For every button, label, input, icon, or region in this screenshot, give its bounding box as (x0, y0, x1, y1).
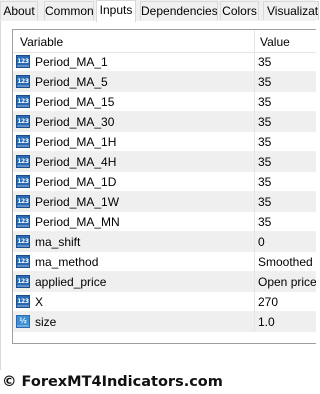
watermark: © ForexMT4Indicators.com (2, 374, 223, 390)
integer-icon: 123 (16, 275, 30, 288)
table-row[interactable]: 123 Period_MA_MN 35 (13, 212, 316, 232)
integer-icon: 123 (16, 255, 30, 268)
indicator-properties-window: About Common Inputs Dependencies Colors … (0, 0, 319, 394)
header-divider[interactable] (254, 30, 255, 52)
integer-icon: 123 (16, 135, 30, 148)
variable-name: Period_MA_1W (35, 195, 120, 209)
grid-rows: 123 Period_MA_1 35 123 Period_MA_5 35 123 Perio… (13, 52, 316, 332)
variable-name: size (35, 315, 57, 329)
table-row[interactable]: 123 Period_MA_4H 35 (13, 152, 316, 172)
variable-value[interactable]: 35 (258, 152, 271, 172)
variable-value[interactable]: 0 (258, 232, 265, 252)
column-divider (254, 72, 255, 92)
variable-name: X (35, 295, 44, 309)
column-divider (254, 272, 255, 292)
column-divider (254, 172, 255, 192)
variable-value[interactable]: 35 (258, 172, 271, 192)
tab-inputs[interactable]: Inputs (96, 0, 136, 22)
inputs-panel: Variable Value 123 Period_MA_1 35 123 Period… (0, 21, 316, 370)
table-row[interactable]: 123 Period_MA_30 35 (13, 112, 316, 132)
variable-value[interactable]: 35 (258, 92, 271, 112)
tab-common[interactable]: Common (44, 1, 94, 20)
column-divider (254, 232, 255, 252)
double-icon: ½ (16, 315, 30, 328)
variable-name: Period_MA_1 (35, 55, 108, 69)
variable-value[interactable]: 35 (258, 192, 271, 212)
variable-name: applied_price (35, 275, 107, 289)
table-row[interactable]: 123 ma_method Smoothed (13, 252, 316, 272)
table-row[interactable]: 123 applied_price Open price (13, 272, 316, 292)
integer-icon: 123 (16, 175, 30, 188)
variable-name: Period_MA_1D (35, 175, 117, 189)
column-divider (254, 192, 255, 212)
variable-value[interactable]: Open price (258, 272, 316, 292)
column-divider (254, 252, 255, 272)
variable-name: ma_shift (35, 235, 81, 249)
variable-value[interactable]: 1.0 (258, 312, 275, 332)
table-row[interactable]: 123 ma_shift 0 (13, 232, 316, 252)
column-divider (254, 292, 255, 312)
integer-icon: 123 (16, 295, 30, 308)
column-divider (254, 212, 255, 232)
variable-name: ma_method (35, 255, 99, 269)
header-variable[interactable]: Variable (20, 30, 63, 52)
variable-name: Period_MA_5 (35, 75, 108, 89)
variable-name: Period_MA_30 (35, 115, 115, 129)
tab-strip: About Common Inputs Dependencies Colors … (0, 0, 319, 22)
column-divider (254, 132, 255, 152)
table-row[interactable]: 123 Period_MA_1H 35 (13, 132, 316, 152)
integer-icon: 123 (16, 235, 30, 248)
table-row[interactable]: 123 Period_MA_1W 35 (13, 192, 316, 212)
integer-icon: 123 (16, 215, 30, 228)
variable-value[interactable]: 35 (258, 132, 271, 152)
column-divider (254, 112, 255, 132)
variable-value[interactable]: 35 (258, 112, 271, 132)
variable-value[interactable]: 35 (258, 52, 271, 72)
integer-icon: 123 (16, 75, 30, 88)
tab-visualization[interactable]: Visualization (263, 1, 319, 20)
tab-about[interactable]: About (0, 1, 38, 20)
table-row[interactable]: 123 Period_MA_5 35 (13, 72, 316, 92)
column-divider (254, 312, 255, 332)
variable-value[interactable]: 270 (258, 292, 278, 312)
tab-dependencies[interactable]: Dependencies (140, 1, 218, 20)
header-value[interactable]: Value (260, 30, 290, 52)
column-divider (254, 92, 255, 112)
integer-icon: 123 (16, 155, 30, 168)
table-row[interactable]: 123 Period_MA_1 35 (13, 52, 316, 72)
table-row[interactable]: 123 Period_MA_1D 35 (13, 172, 316, 192)
tab-colors[interactable]: Colors (220, 1, 259, 20)
variable-name: Period_MA_15 (35, 95, 115, 109)
column-divider (254, 152, 255, 172)
integer-icon: 123 (16, 195, 30, 208)
variable-value[interactable]: 35 (258, 72, 271, 92)
integer-icon: 123 (16, 55, 30, 68)
column-divider (254, 52, 255, 72)
integer-icon: 123 (16, 95, 30, 108)
variable-value[interactable]: Smoothed (258, 252, 313, 272)
variable-name: Period_MA_1H (35, 135, 117, 149)
table-row[interactable]: 123 X 270 (13, 292, 316, 312)
variable-name: Period_MA_4H (35, 155, 117, 169)
grid-header: Variable Value (13, 30, 316, 53)
variable-value[interactable]: 35 (258, 212, 271, 232)
table-row[interactable]: ½ size 1.0 (13, 312, 316, 332)
table-row[interactable]: 123 Period_MA_15 35 (13, 92, 316, 112)
inputs-grid: Variable Value 123 Period_MA_1 35 123 Period… (12, 29, 316, 344)
variable-name: Period_MA_MN (35, 215, 120, 229)
integer-icon: 123 (16, 115, 30, 128)
